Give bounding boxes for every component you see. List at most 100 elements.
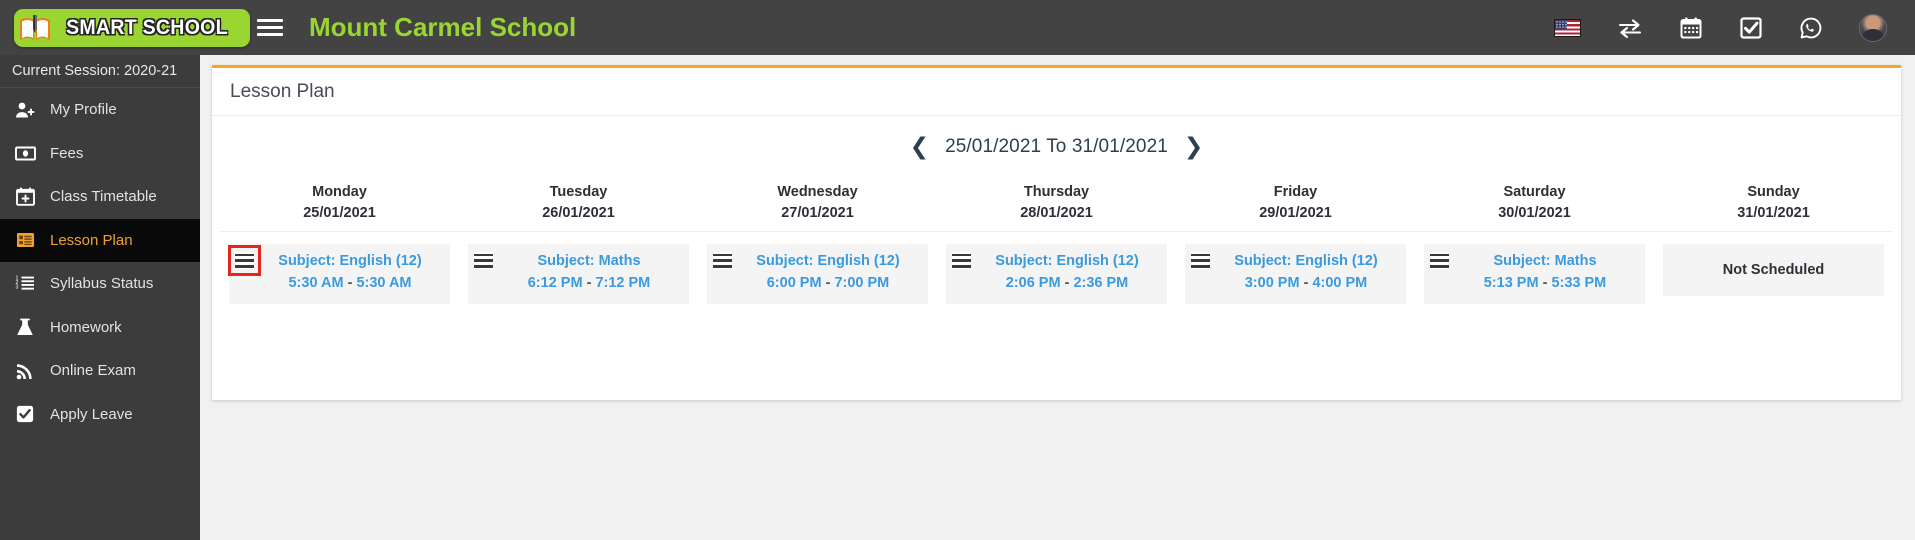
- sidebar-item-label: Homework: [50, 318, 122, 336]
- lesson-card[interactable]: Subject: Maths 5:13 PM - 5:33 PM: [1424, 244, 1645, 304]
- school-title: Mount Carmel School: [309, 12, 577, 42]
- switch-exchange-icon[interactable]: [1617, 18, 1643, 38]
- day-name: Monday: [312, 184, 367, 200]
- logo-pill: SMART SCHOOL: [14, 8, 250, 47]
- top-header-actions: [1554, 13, 1915, 42]
- user-avatar[interactable]: [1859, 13, 1887, 42]
- hamburger-menu-icon[interactable]: [1191, 252, 1210, 270]
- hamburger-menu-icon[interactable]: [952, 252, 971, 270]
- time-separator: -: [1542, 274, 1548, 291]
- whatsapp-icon[interactable]: [1799, 16, 1823, 40]
- day-column-saturday: Saturday 30/01/2021 Subject: Maths 5:13 …: [1415, 178, 1654, 304]
- sidebar-item-label: Syllabus Status: [50, 275, 154, 293]
- sidebar-item-my-profile[interactable]: My Profile: [0, 88, 200, 132]
- day-column-wednesday: Wednesday 27/01/2021 Subject: English (1…: [698, 178, 937, 304]
- day-column-tuesday: Tuesday 26/01/2021 Subject: Maths 6:12 P…: [459, 178, 698, 304]
- hamburger-menu-icon[interactable]: [713, 252, 732, 270]
- sidebar-item-lesson-plan[interactable]: Lesson Plan: [0, 218, 200, 262]
- top-header-bar: SMART SCHOOL Mount Carmel School: [0, 0, 1915, 55]
- sidebar-item-class-timetable[interactable]: Class Timetable: [0, 175, 200, 219]
- lesson-end-time: 5:33 PM: [1551, 274, 1607, 291]
- day-body: Subject: Maths 6:12 PM - 7:12 PM: [459, 232, 698, 304]
- day-date: 30/01/2021: [1498, 204, 1571, 221]
- sidebar-item-fees[interactable]: Fees: [0, 132, 200, 176]
- sidebar-toggle-button[interactable]: [257, 15, 283, 41]
- language-flag-icon[interactable]: [1554, 18, 1581, 37]
- day-name: Friday: [1273, 184, 1318, 200]
- hamburger-menu-icon[interactable]: [474, 252, 493, 270]
- time-separator: -: [1303, 274, 1309, 291]
- page-title: Lesson Plan: [230, 80, 335, 102]
- hamburger-menu-icon[interactable]: [1430, 252, 1449, 270]
- sidebar-item-label: Fees: [50, 144, 84, 162]
- us-flag-graphic: [1554, 18, 1581, 37]
- avatar-image: [1859, 13, 1887, 42]
- svg-text:3: 3: [16, 285, 19, 291]
- lesson-card[interactable]: Subject: English (12) 2:06 PM - 2:36 PM: [946, 244, 1167, 304]
- checkbox-task-icon[interactable]: [1739, 16, 1763, 40]
- day-body: Subject: English (12) 5:30 AM - 5:30 AM: [220, 232, 459, 304]
- day-date: 26/01/2021: [542, 204, 615, 221]
- lesson-end-time: 7:12 PM: [595, 274, 651, 291]
- hamburger-menu-icon[interactable]: [228, 245, 261, 277]
- day-column-monday: Monday 25/01/2021 Subject: English (12) …: [220, 178, 459, 304]
- brand-logo[interactable]: SMART SCHOOL: [0, 0, 250, 55]
- sidebar-navigation: Current Session: 2020-21 My Profile Fees: [0, 55, 200, 540]
- sidebar-item-online-exam[interactable]: Online Exam: [0, 349, 200, 393]
- hamburger-menu-icon: [257, 33, 283, 36]
- hamburger-menu-icon: [257, 19, 283, 22]
- lesson-card[interactable]: Subject: English (12) 5:30 AM - 5:30 AM: [228, 244, 450, 304]
- lesson-subject: Subject: Maths: [537, 253, 641, 270]
- check-square-icon: [14, 404, 36, 424]
- day-date: 25/01/2021: [303, 204, 376, 221]
- lesson-details: Subject: Maths 5:13 PM - 5:33 PM: [1451, 251, 1639, 295]
- day-body: Subject: Maths 5:13 PM - 5:33 PM: [1415, 232, 1654, 304]
- hamburger-menu-icon: [257, 26, 283, 29]
- day-name: Wednesday: [777, 184, 858, 200]
- day-body: Subject: English (12) 6:00 PM - 7:00 PM: [698, 232, 937, 304]
- sidebar-item-label: Class Timetable: [50, 188, 157, 206]
- day-body: Not Scheduled: [1654, 232, 1893, 297]
- lesson-start-time: 3:00 PM: [1244, 274, 1300, 291]
- time-separator: -: [586, 274, 592, 291]
- sidebar-item-label: Online Exam: [50, 362, 136, 380]
- day-header: Sunday 31/01/2021: [1654, 178, 1893, 233]
- sidebar-item-apply-leave[interactable]: Apply Leave: [0, 393, 200, 437]
- rss-signal-icon: [14, 361, 36, 381]
- week-navigation: ❮ 25/01/2021 To 31/01/2021 ❯: [212, 116, 1901, 178]
- calendar-plus-icon: [14, 187, 36, 207]
- money-bill-icon: [14, 143, 36, 163]
- day-name: Saturday: [1503, 184, 1566, 200]
- day-header: Thursday 28/01/2021: [937, 178, 1176, 233]
- day-date: 31/01/2021: [1737, 204, 1810, 221]
- calendar-icon[interactable]: [1679, 16, 1703, 40]
- list-box-icon: [14, 230, 36, 250]
- day-header: Friday 29/01/2021: [1176, 178, 1415, 233]
- lesson-start-time: 6:12 PM: [527, 274, 583, 291]
- time-separator: -: [825, 274, 831, 291]
- day-date: 27/01/2021: [781, 204, 854, 221]
- lesson-details: Subject: Maths 6:12 PM - 7:12 PM: [495, 251, 683, 295]
- not-scheduled-cell: Not Scheduled: [1663, 244, 1884, 297]
- day-column-friday: Friday 29/01/2021 Subject: English (12) …: [1176, 178, 1415, 304]
- lesson-card[interactable]: Subject: Maths 6:12 PM - 7:12 PM: [468, 244, 689, 304]
- chevron-left-icon[interactable]: ❮: [910, 135, 929, 159]
- lesson-end-time: 2:36 PM: [1073, 274, 1129, 291]
- day-body: Subject: English (12) 2:06 PM - 2:36 PM: [937, 232, 1176, 304]
- lesson-card[interactable]: Subject: English (12) 3:00 PM - 4:00 PM: [1185, 244, 1406, 304]
- chevron-right-icon[interactable]: ❯: [1184, 135, 1203, 159]
- lesson-card[interactable]: Subject: English (12) 6:00 PM - 7:00 PM: [707, 244, 928, 304]
- lesson-start-time: 5:30 AM: [288, 274, 344, 291]
- current-session-label: Current Session: 2020-21: [0, 55, 200, 88]
- not-scheduled-label: Not Scheduled: [1722, 261, 1825, 278]
- lesson-subject: Subject: English (12): [756, 253, 900, 270]
- sidebar-item-homework[interactable]: Homework: [0, 306, 200, 350]
- lesson-details: Subject: English (12) 2:06 PM - 2:36 PM: [973, 251, 1161, 295]
- lesson-details: Subject: English (12) 5:30 AM - 5:30 AM: [256, 251, 444, 295]
- logo-text: SMART SCHOOL: [66, 15, 228, 39]
- day-name: Sunday: [1747, 184, 1800, 200]
- lesson-end-time: 5:30 AM: [356, 274, 412, 291]
- sidebar-item-syllabus-status[interactable]: 123 Syllabus Status: [0, 262, 200, 306]
- week-grid: Monday 25/01/2021 Subject: English (12) …: [212, 178, 1901, 304]
- lesson-details: Subject: English (12) 6:00 PM - 7:00 PM: [734, 251, 922, 295]
